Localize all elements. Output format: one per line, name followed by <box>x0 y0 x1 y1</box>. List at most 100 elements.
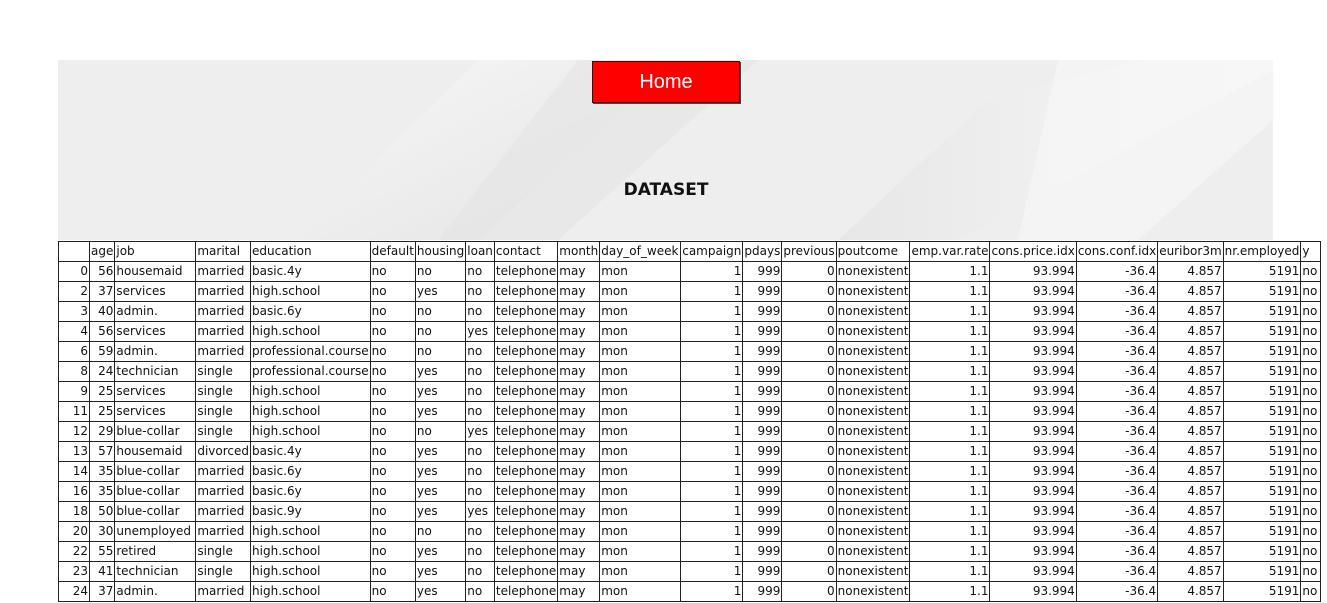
table-cell: may <box>557 421 601 442</box>
table-cell: 12 <box>58 421 90 442</box>
table-cell: no <box>1300 481 1322 502</box>
table-cell: high.school <box>250 321 371 342</box>
table-row: 11 25 services single high.school no yes no tele… <box>58 401 1322 422</box>
table-cell: may <box>557 281 601 302</box>
table-cell: mon <box>599 521 682 542</box>
table-cell: basic.9y <box>250 501 371 522</box>
table-cell: married <box>195 501 252 522</box>
table-row: 22 55 retired single high.school no yes no telep… <box>58 541 1322 562</box>
table-cell: no <box>369 581 416 602</box>
table-cell: nonexistent <box>835 381 911 402</box>
table-cell: nonexistent <box>835 441 911 462</box>
table-cell: no <box>465 581 495 602</box>
column-header: day_of_week <box>599 241 682 262</box>
table-cell: 55 <box>88 541 116 562</box>
table-cell: 2 <box>58 281 90 302</box>
table-cell: 22 <box>58 541 90 562</box>
table-cell: no <box>1300 521 1322 542</box>
table-cell: may <box>557 261 601 282</box>
table-cell: no <box>369 401 416 422</box>
table-cell: 41 <box>88 561 116 582</box>
table-row: 12 29 blue-collar single high.school no no yes t… <box>58 421 1322 442</box>
table-cell: no <box>369 361 416 382</box>
table-header-row: age job marital education default housing loan… <box>58 241 1322 262</box>
table-cell: 93.994 <box>989 361 1077 382</box>
table-cell: telephone <box>493 321 559 342</box>
table-cell: 16 <box>58 481 90 502</box>
table-cell: may <box>557 401 601 422</box>
table-cell: no <box>369 421 416 442</box>
table-cell: yes <box>414 461 467 482</box>
table-cell: 93.994 <box>989 561 1077 582</box>
table-row: 6 59 admin. married professional.course no no n… <box>58 341 1322 362</box>
table-cell: nonexistent <box>835 581 911 602</box>
table-cell: high.school <box>250 541 371 562</box>
table-cell: yes <box>414 481 467 502</box>
table-cell: 5191 <box>1222 441 1302 462</box>
table-cell: services <box>114 321 197 342</box>
table-cell: telephone <box>493 541 559 562</box>
table-cell: 35 <box>88 481 116 502</box>
table-cell: no <box>465 461 495 482</box>
table-cell: 0 <box>781 521 837 542</box>
table-cell: nonexistent <box>835 561 911 582</box>
table-cell: services <box>114 401 197 422</box>
table-cell: 1 <box>680 401 744 422</box>
table-cell: -36.4 <box>1075 521 1159 542</box>
table-cell: 1.1 <box>909 441 991 462</box>
table-cell: mon <box>599 361 682 382</box>
table-cell: single <box>195 361 252 382</box>
table-row: 8 24 technician single professional.course no… <box>58 361 1322 382</box>
table-cell: mon <box>599 441 682 462</box>
column-header: job <box>114 241 197 262</box>
table-cell: no <box>1300 501 1322 522</box>
table-cell: admin. <box>114 301 197 322</box>
table-cell: 1.1 <box>909 481 991 502</box>
table-cell: 1 <box>680 461 744 482</box>
table-cell: no <box>1300 441 1322 462</box>
column-header: education <box>250 241 371 262</box>
table-cell: 4.857 <box>1157 481 1224 502</box>
column-header: campaign <box>680 241 744 262</box>
table-cell: nonexistent <box>835 401 911 422</box>
table-cell: blue-collar <box>114 461 197 482</box>
table-cell: 0 <box>781 461 837 482</box>
table-cell: telephone <box>493 281 559 302</box>
table-cell: no <box>369 481 416 502</box>
table-cell: may <box>557 521 601 542</box>
table-cell: 0 <box>781 481 837 502</box>
table-cell: nonexistent <box>835 501 911 522</box>
table-cell: no <box>414 341 467 362</box>
table-cell: no <box>414 421 467 442</box>
column-header: emp.var.rate <box>909 241 991 262</box>
table-cell: 1 <box>680 541 744 562</box>
table-cell: no <box>369 521 416 542</box>
column-header: age <box>88 241 116 262</box>
table-cell: married <box>195 521 252 542</box>
table-cell: 4.857 <box>1157 461 1224 482</box>
table-cell: 93.994 <box>989 321 1077 342</box>
table-cell: 0 <box>781 261 837 282</box>
table-cell: 1.1 <box>909 401 991 422</box>
table-cell: blue-collar <box>114 481 197 502</box>
table-cell: 1 <box>680 361 744 382</box>
page-title: DATASET <box>623 180 709 200</box>
table-cell: 1 <box>680 501 744 522</box>
table-cell: basic.6y <box>250 461 371 482</box>
table-cell: 4.857 <box>1157 281 1224 302</box>
table-cell: 93.994 <box>989 401 1077 422</box>
table-cell: -36.4 <box>1075 301 1159 322</box>
table-cell: 0 <box>781 541 837 562</box>
table-cell: may <box>557 461 601 482</box>
table-cell: married <box>195 321 252 342</box>
table-cell: no <box>369 381 416 402</box>
table-cell: 93.994 <box>989 521 1077 542</box>
table-cell: 1.1 <box>909 281 991 302</box>
table-cell: basic.6y <box>250 481 371 502</box>
table-cell: 4 <box>58 321 90 342</box>
table-cell: 1 <box>680 341 744 362</box>
table-cell: 5191 <box>1222 401 1302 422</box>
home-button[interactable]: Home <box>592 61 740 103</box>
table-row: 16 35 blue-collar married basic.6y no yes no tel… <box>58 481 1322 502</box>
table-cell: 5191 <box>1222 361 1302 382</box>
